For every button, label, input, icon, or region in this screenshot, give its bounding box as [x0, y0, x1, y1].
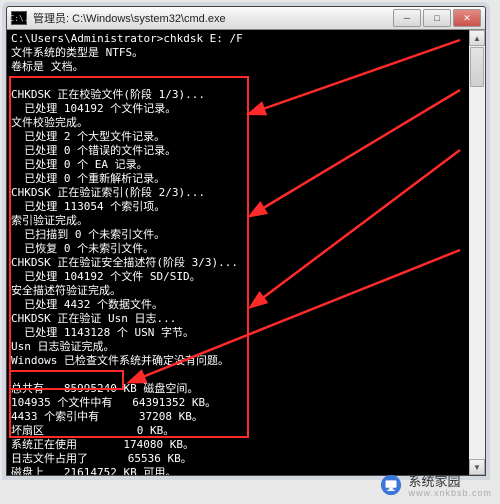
- scroll-thumb[interactable]: [470, 47, 484, 87]
- title-prefix: 管理员:: [33, 13, 69, 25]
- console-lines: 文件系统的类型是 NTFS。 卷标是 文档。 CHKDSK 正在校验文件(阶段 …: [11, 46, 238, 475]
- maximize-button[interactable]: □: [423, 9, 451, 27]
- watermark-domain: www.xnkbsb.com: [408, 488, 492, 498]
- cmd-icon: C:\.: [11, 11, 27, 25]
- close-button[interactable]: ✕: [453, 9, 481, 27]
- watermark-logo-icon: [380, 474, 402, 496]
- console-output[interactable]: C:\Users\Administrator>chkdsk E: /F 文件系统…: [7, 30, 485, 475]
- scroll-up-button[interactable]: ▲: [469, 30, 485, 46]
- title-path: C:\Windows\system32\cmd.exe: [72, 13, 225, 25]
- titlebar[interactable]: C:\. 管理员: C:\Windows\system32\cmd.exe ─ …: [7, 7, 485, 30]
- cmd-window: C:\. 管理员: C:\Windows\system32\cmd.exe ─ …: [6, 6, 486, 476]
- vertical-scrollbar[interactable]: ▲ ▼: [469, 30, 485, 475]
- minimize-button[interactable]: ─: [393, 9, 421, 27]
- watermark: 系统家园 www.xnkbsb.com: [380, 471, 492, 498]
- window-title: 管理员: C:\Windows\system32\cmd.exe: [33, 10, 391, 26]
- prompt-line: C:\Users\Administrator>chkdsk E: /F: [11, 32, 243, 45]
